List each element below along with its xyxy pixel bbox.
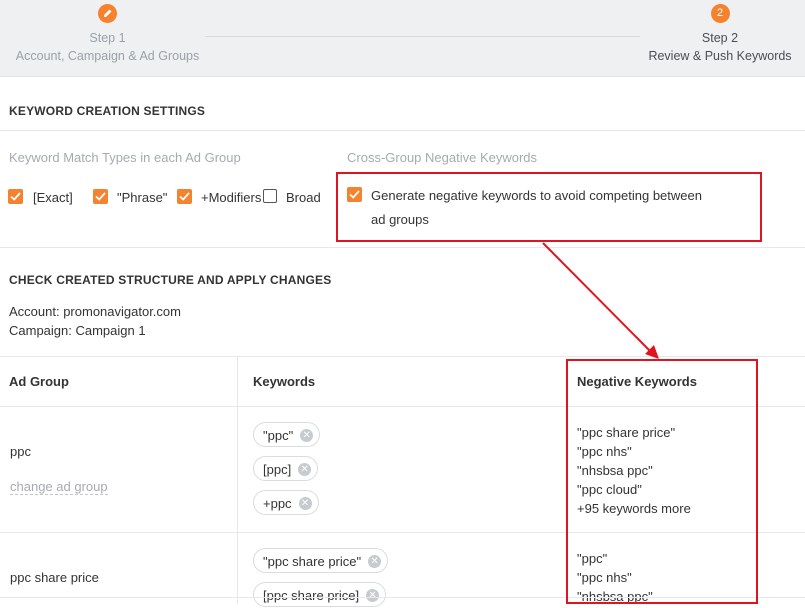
check-icon — [179, 192, 190, 201]
close-icon[interactable]: ✕ — [366, 589, 380, 602]
stepper-connector — [205, 36, 640, 37]
ad-group-name: ppc — [10, 444, 31, 459]
cross-group-label: Cross-Group Negative Keywords — [347, 150, 538, 165]
keyword-text: "ppc" — [263, 428, 294, 443]
keyword-tag: [ppc] ✕ — [253, 456, 319, 481]
phrase-checkbox[interactable] — [93, 189, 108, 204]
step-2-subtitle: Review & Push Keywords — [648, 49, 792, 63]
pencil-icon — [98, 4, 117, 23]
keyword-text: [ppc] — [263, 462, 292, 477]
keyword-text: +ppc — [263, 496, 292, 511]
annotation-box-negatives — [566, 359, 758, 604]
step-1-subtitle: Account, Campaign & Ad Groups — [15, 49, 200, 63]
close-icon[interactable]: ✕ — [298, 463, 312, 476]
campaign-line: Campaign: Campaign 1 — [9, 323, 146, 338]
table-top-border — [0, 356, 805, 357]
step-1-title: Step 1 — [89, 31, 126, 45]
check-icon — [10, 192, 21, 201]
keyword-tag: "ppc share price" ✕ — [253, 548, 389, 573]
exact-label: [Exact] — [33, 190, 73, 205]
step-2-number: 2 — [710, 4, 730, 23]
exact-checkbox[interactable] — [8, 189, 23, 204]
broad-label: Broad — [286, 190, 321, 205]
divider — [0, 130, 805, 131]
close-icon[interactable]: ✕ — [368, 555, 382, 568]
stepper: Step 1 Account, Campaign & Ad Groups 2 S… — [0, 0, 805, 77]
header-keywords: Keywords — [253, 374, 316, 389]
check-icon — [95, 192, 106, 201]
modifiers-checkbox[interactable] — [177, 189, 192, 204]
broad-checkbox[interactable] — [263, 189, 277, 203]
match-types-label: Keyword Match Types in each Ad Group — [9, 150, 241, 165]
settings-title: KEYWORD CREATION SETTINGS — [9, 104, 206, 118]
header-ad-group: Ad Group — [9, 374, 69, 389]
step-2: 2 Step 2 Review & Push Keywords — [635, 4, 805, 65]
keyword-tag: +ppc ✕ — [253, 490, 319, 515]
keyword-text: "ppc share price" — [263, 554, 362, 569]
step-1[interactable]: Step 1 Account, Campaign & Ad Groups — [0, 4, 215, 65]
keyword-tag: "ppc" ✕ — [253, 422, 321, 447]
structure-title: CHECK CREATED STRUCTURE AND APPLY CHANGE… — [9, 273, 332, 287]
divider — [0, 247, 805, 248]
close-icon[interactable]: ✕ — [300, 429, 314, 442]
modifiers-label: +Modifiers — [201, 190, 262, 205]
phrase-label: "Phrase" — [117, 190, 168, 205]
keyword-text: [ppc share price] — [263, 588, 360, 603]
annotation-box-option — [336, 172, 762, 242]
keyword-tag: [ppc share price] ✕ — [253, 582, 387, 607]
column-divider — [237, 357, 238, 604]
ad-group-name: ppc share price — [10, 570, 99, 585]
change-ad-group-link[interactable]: change ad group — [10, 479, 108, 495]
account-line: Account: promonavigator.com — [9, 304, 181, 319]
close-icon[interactable]: ✕ — [298, 497, 312, 510]
step-2-title: Step 2 — [701, 31, 739, 45]
